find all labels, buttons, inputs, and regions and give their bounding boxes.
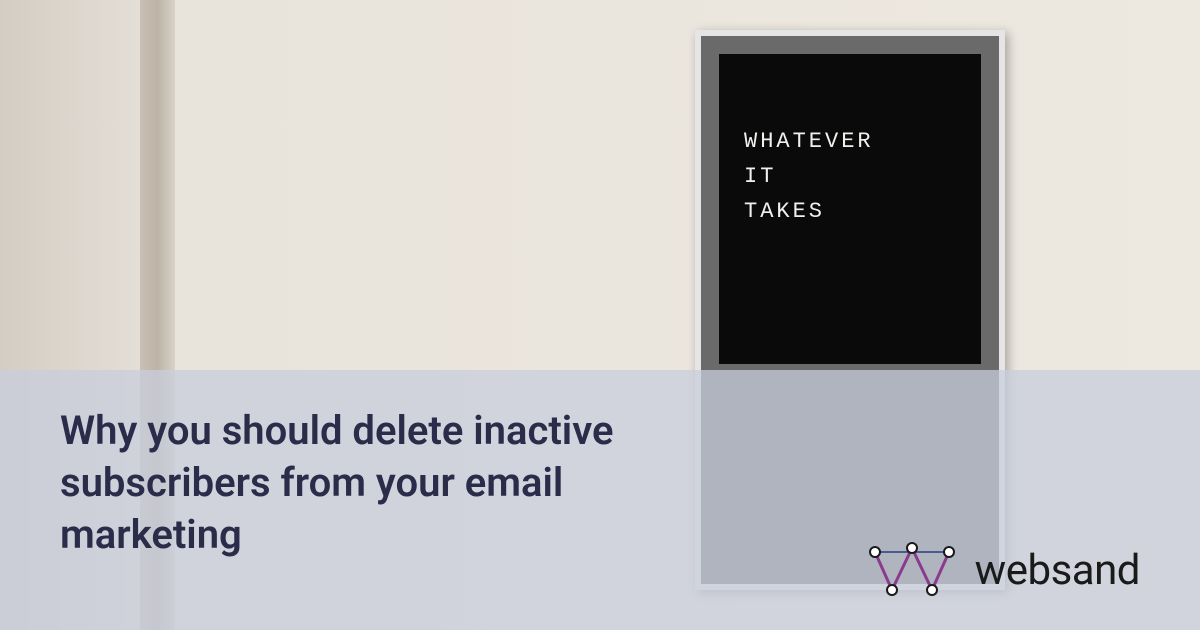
brand-logo: websand: [867, 540, 1140, 600]
websand-logo-icon: [867, 540, 957, 600]
sign-text: WHATEVER IT TAKES: [744, 124, 961, 230]
brand-name: websand: [975, 546, 1140, 595]
sign-line-2: IT: [744, 159, 961, 194]
headline: Why you should delete inactive subscribe…: [60, 405, 720, 561]
letter-board: WHATEVER IT TAKES: [719, 54, 981, 364]
title-overlay: Why you should delete inactive subscribe…: [0, 370, 1200, 630]
sign-line-3: TAKES: [744, 194, 961, 229]
sign-line-1: WHATEVER: [744, 124, 961, 159]
